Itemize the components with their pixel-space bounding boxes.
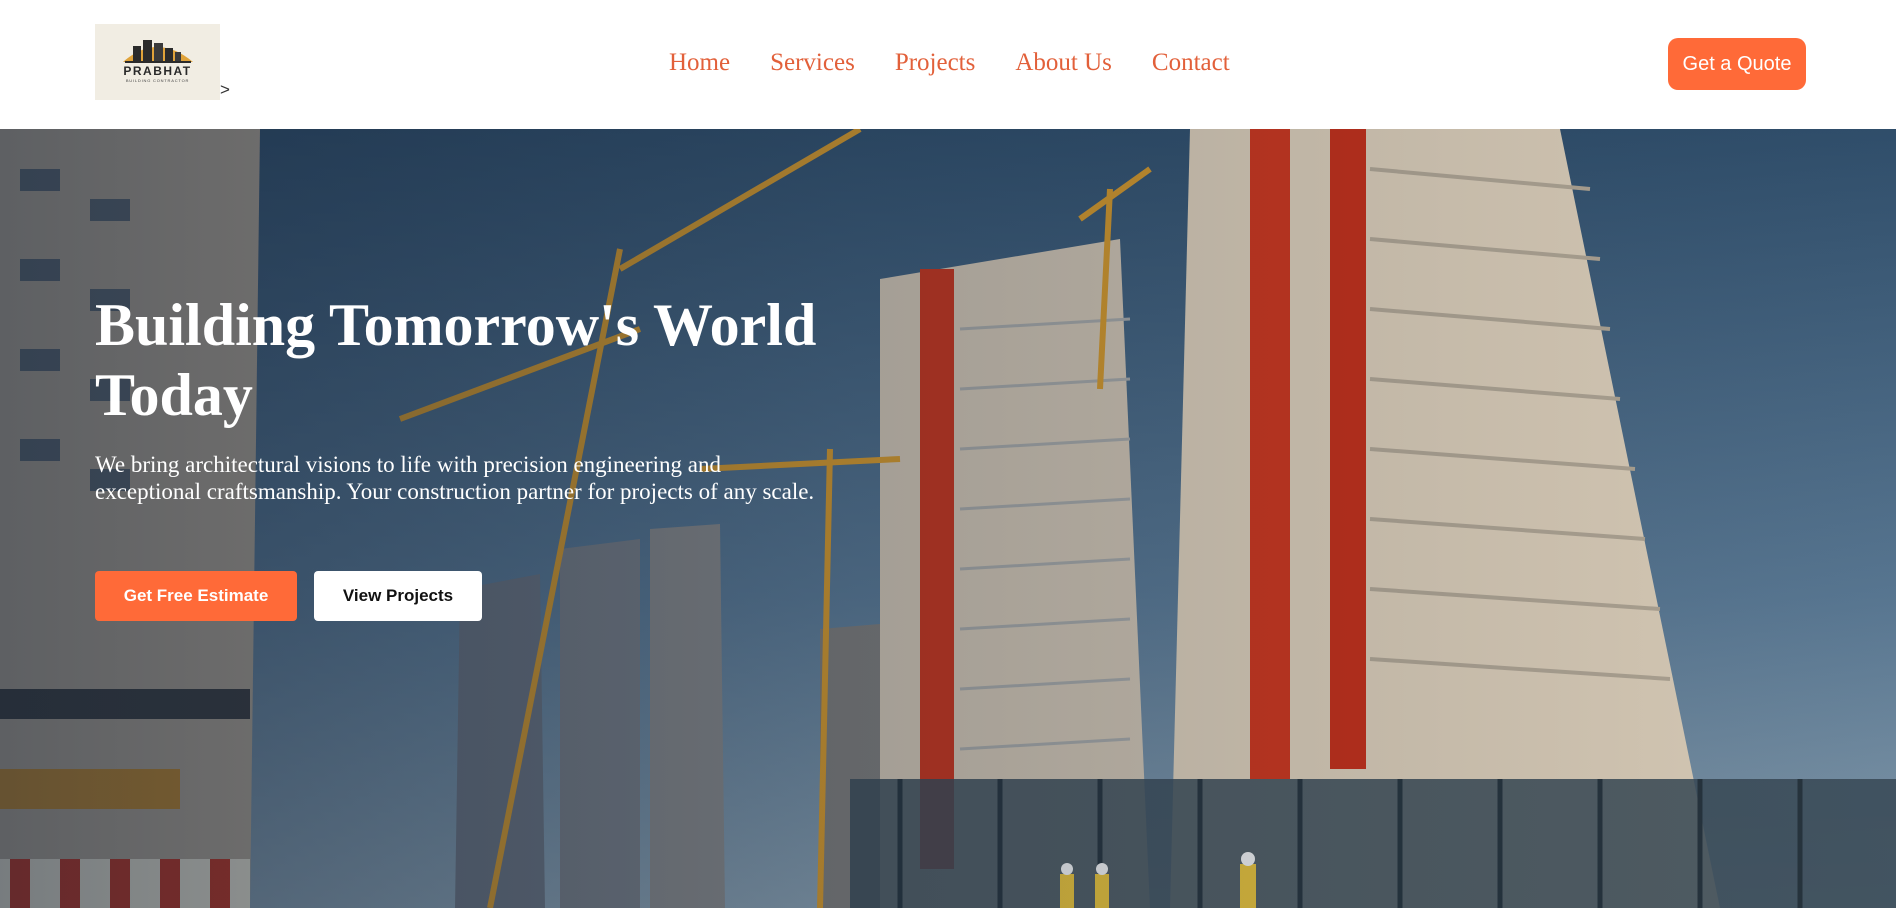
site-header: PRABHAT BUILDING CONTRACTOR > Home Servi… — [0, 0, 1896, 129]
brand-logo[interactable]: PRABHAT BUILDING CONTRACTOR — [95, 24, 220, 100]
logo-wordmark: PRABHAT — [123, 64, 192, 78]
hero-subtitle: We bring architectural visions to life w… — [95, 452, 815, 504]
nav-link-home[interactable]: Home — [669, 48, 730, 78]
get-quote-button[interactable]: Get a Quote — [1668, 38, 1806, 90]
get-free-estimate-button[interactable]: Get Free Estimate — [95, 571, 297, 621]
hero-section: Building Tomorrow's World Today We bring… — [0, 129, 1896, 908]
logo-tagline: BUILDING CONTRACTOR — [125, 78, 190, 83]
nav-link-about[interactable]: About Us — [1015, 48, 1112, 78]
hero-title: Building Tomorrow's World Today — [95, 292, 817, 428]
stray-glyph: > — [220, 80, 230, 99]
main-nav: Home Services Projects About Us Contact — [669, 48, 1230, 78]
nav-link-projects[interactable]: Projects — [895, 48, 976, 78]
nav-link-contact[interactable]: Contact — [1152, 48, 1230, 78]
hero-overlay — [0, 129, 1896, 908]
nav-link-services[interactable]: Services — [770, 48, 855, 78]
view-projects-button[interactable]: View Projects — [314, 571, 482, 621]
logo-building-icon — [123, 40, 193, 63]
